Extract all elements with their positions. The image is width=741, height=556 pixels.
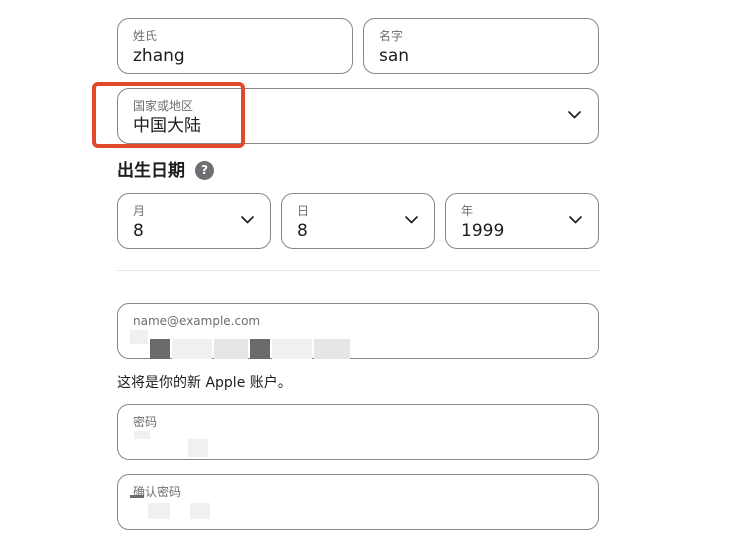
help-icon[interactable]: ? — [195, 161, 214, 180]
chevron-down-icon — [241, 216, 254, 224]
first-name-field[interactable]: 名字 san — [363, 18, 599, 74]
day-value: 8 — [297, 221, 308, 241]
password-label: 密码 — [133, 415, 158, 429]
month-value: 8 — [133, 221, 144, 241]
year-value: 1999 — [461, 221, 505, 241]
birthday-title: 出生日期 — [117, 161, 185, 181]
password-field[interactable]: 密码 — [117, 404, 599, 460]
day-label: 日 — [297, 204, 310, 218]
confirm-password-field[interactable]: 确认密码 — [117, 474, 599, 530]
month-select[interactable]: 月 8 — [117, 193, 271, 249]
last-name-field[interactable]: 姓氏 zhang — [117, 18, 353, 74]
first-name-label: 名字 — [379, 29, 404, 43]
chevron-down-icon — [568, 111, 581, 119]
highlight-box — [92, 82, 245, 148]
day-select[interactable]: 日 8 — [281, 193, 435, 249]
month-label: 月 — [133, 204, 146, 218]
first-name-value: san — [379, 46, 410, 66]
last-name-label: 姓氏 — [133, 29, 158, 43]
section-divider — [117, 270, 599, 271]
email-field[interactable]: name@example.com — [117, 303, 599, 359]
last-name-value: zhang — [133, 46, 185, 66]
chevron-down-icon — [569, 216, 582, 224]
email-placeholder: name@example.com — [133, 314, 261, 328]
account-note: 这将是你的新 Apple 账户。 — [117, 375, 292, 391]
year-label: 年 — [461, 204, 474, 218]
chevron-down-icon — [405, 216, 418, 224]
year-select[interactable]: 年 1999 — [445, 193, 599, 249]
apple-account-signup-form: 姓氏 zhang 名字 san 国家或地区 中国大陆 出生日期 ? 月 8 日 … — [0, 0, 741, 556]
